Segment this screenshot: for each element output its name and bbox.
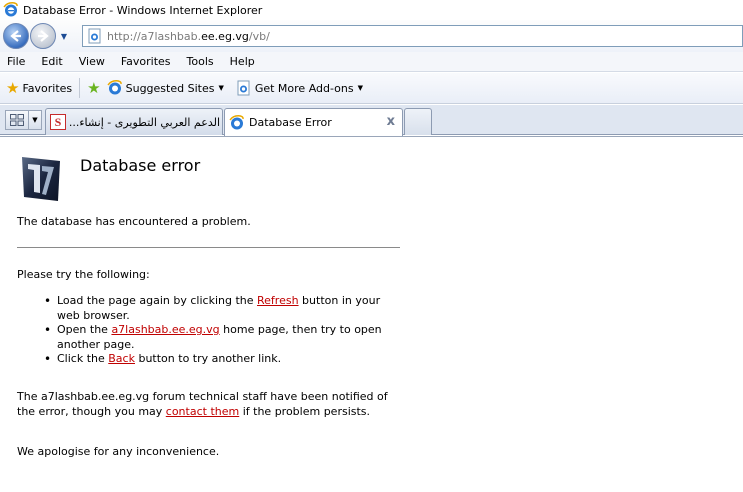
forward-arrow-icon bbox=[38, 30, 49, 42]
forward-button[interactable] bbox=[30, 23, 56, 49]
refresh-link[interactable]: Refresh bbox=[257, 294, 299, 307]
list-item: Click the Back button to try another lin… bbox=[44, 352, 402, 367]
chevron-down-icon: ▼ bbox=[218, 84, 224, 92]
grid-icon bbox=[10, 114, 24, 126]
internet-explorer-icon bbox=[3, 2, 18, 17]
ie-page-icon bbox=[229, 114, 244, 129]
new-tab-button[interactable] bbox=[404, 108, 432, 135]
menu-file[interactable]: File bbox=[0, 55, 33, 68]
close-tab-icon[interactable]: x bbox=[387, 114, 395, 129]
tab-arabic-site[interactable]: S الدعم العربي التطويرى - إنشاء... bbox=[45, 108, 223, 135]
menu-tools[interactable]: Tools bbox=[179, 55, 222, 68]
toolbar-separator bbox=[79, 78, 81, 98]
contact-them-link[interactable]: contact them bbox=[166, 405, 239, 418]
menu-favorites[interactable]: Favorites bbox=[113, 55, 179, 68]
ie-page-icon bbox=[237, 80, 250, 96]
page-content: Database error The database has encounte… bbox=[0, 136, 743, 492]
suggested-sites-label: Suggested Sites bbox=[125, 81, 215, 95]
tab-label: الدعم العربي التطويرى - إنشاء... bbox=[70, 115, 220, 129]
s-site-icon: S bbox=[50, 114, 66, 130]
tab-database-error[interactable]: Database Error x bbox=[224, 108, 403, 136]
menu-bar: File Edit View Favorites Tools Help bbox=[0, 52, 743, 72]
list-item: Open the a7lashbab.ee.eg.vg home page, t… bbox=[44, 323, 402, 352]
list-item: Load the page again by clicking the Refr… bbox=[44, 294, 402, 323]
apology-text: We apologise for any inconvenience. bbox=[17, 445, 220, 458]
suggested-sites-button[interactable]: Suggested Sites ▼ bbox=[107, 80, 224, 96]
window-title-bar: Database Error - Windows Internet Explor… bbox=[0, 0, 743, 20]
get-more-addons-button[interactable]: Get More Add-ons ▼ bbox=[236, 80, 363, 96]
recent-pages-dropdown[interactable]: ▼ bbox=[58, 30, 70, 42]
star-icon: ★ bbox=[6, 79, 20, 97]
ie-page-icon bbox=[88, 28, 101, 44]
home-page-link[interactable]: a7lashbab.ee.eg.vg bbox=[111, 323, 219, 336]
staff-notice: The a7lashbab.ee.eg.vg forum technical s… bbox=[17, 390, 388, 418]
back-button[interactable] bbox=[3, 23, 29, 49]
back-arrow-icon bbox=[10, 30, 21, 42]
favorites-button[interactable]: ★ Favorites bbox=[6, 79, 72, 97]
favorites-label: Favorites bbox=[22, 81, 73, 95]
chevron-down-icon: ▼ bbox=[357, 84, 363, 92]
add-to-favorites-icon[interactable]: ★ bbox=[87, 79, 100, 97]
vbulletin-logo bbox=[22, 157, 60, 201]
divider bbox=[17, 247, 400, 248]
error-intro-text: The database has encountered a problem. bbox=[17, 215, 251, 228]
tab-list-dropdown[interactable]: ▼ bbox=[29, 110, 42, 130]
navigation-bar: ▼ http://a7lashbab.ee.eg.vg/vb/ bbox=[0, 20, 743, 52]
back-link[interactable]: Back bbox=[108, 352, 135, 365]
ie-page-icon bbox=[107, 80, 122, 95]
page-title: Database error bbox=[80, 156, 201, 175]
menu-view[interactable]: View bbox=[71, 55, 113, 68]
address-field[interactable]: http://a7lashbab.ee.eg.vg/vb/ bbox=[82, 25, 743, 47]
tab-bar: ▼ S الدعم العربي التطويرى - إنشاء... Dat… bbox=[0, 105, 743, 136]
window-title: Database Error - Windows Internet Explor… bbox=[23, 3, 263, 17]
favorites-bar: ★ Favorites ★ Suggested Sites ▼ Get More… bbox=[0, 73, 743, 104]
tab-label: Database Error bbox=[249, 116, 332, 129]
get-more-addons-label: Get More Add-ons bbox=[254, 81, 354, 95]
quick-tabs-button[interactable] bbox=[5, 110, 29, 130]
menu-edit[interactable]: Edit bbox=[33, 55, 70, 68]
suggestion-list: Load the page again by clicking the Refr… bbox=[44, 294, 402, 367]
try-heading: Please try the following: bbox=[17, 268, 150, 281]
address-url: http://a7lashbab.ee.eg.vg/vb/ bbox=[107, 29, 270, 43]
menu-help[interactable]: Help bbox=[222, 55, 263, 68]
